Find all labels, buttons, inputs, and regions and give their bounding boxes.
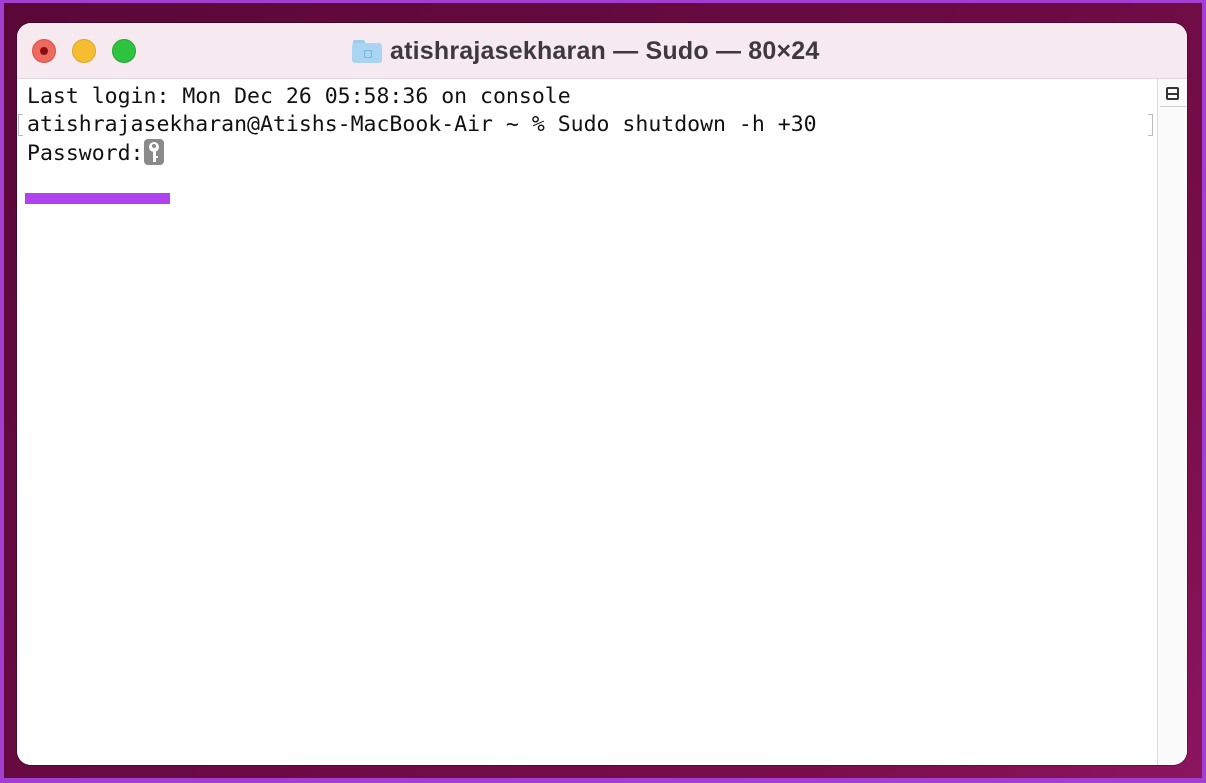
terminal-line-last-login: Last login: Mon Dec 26 05:58:36 on conso…: [27, 84, 571, 109]
terminal-output[interactable]: Last login: Mon Dec 26 05:58:36 on conso…: [17, 79, 1157, 765]
folder-icon[interactable]: [352, 39, 382, 63]
zoom-button[interactable]: [112, 39, 136, 63]
mark-bracket-right: [1148, 114, 1153, 136]
close-button[interactable]: [32, 39, 56, 63]
mark-bracket-left: [18, 114, 23, 136]
highlight-underline: [25, 193, 170, 204]
terminal-line-password[interactable]: Password:: [27, 139, 164, 168]
window-title: atishrajasekharan — Sudo — 80×24: [390, 36, 820, 65]
terminal-window: atishrajasekharan — Sudo — 80×24 Last lo…: [17, 23, 1187, 765]
key-icon: [143, 139, 164, 165]
scrollbar[interactable]: [1157, 79, 1187, 765]
title-area: atishrajasekharan — Sudo — 80×24: [352, 37, 820, 65]
terminal-line-command: atishrajasekharan@Atishs-MacBook-Air ~ %…: [27, 112, 817, 137]
split-pane-button[interactable]: [1160, 81, 1186, 107]
minimize-button[interactable]: [72, 39, 96, 63]
password-prompt: Password:: [27, 141, 144, 166]
title-bar[interactable]: atishrajasekharan — Sudo — 80×24: [17, 23, 1187, 79]
